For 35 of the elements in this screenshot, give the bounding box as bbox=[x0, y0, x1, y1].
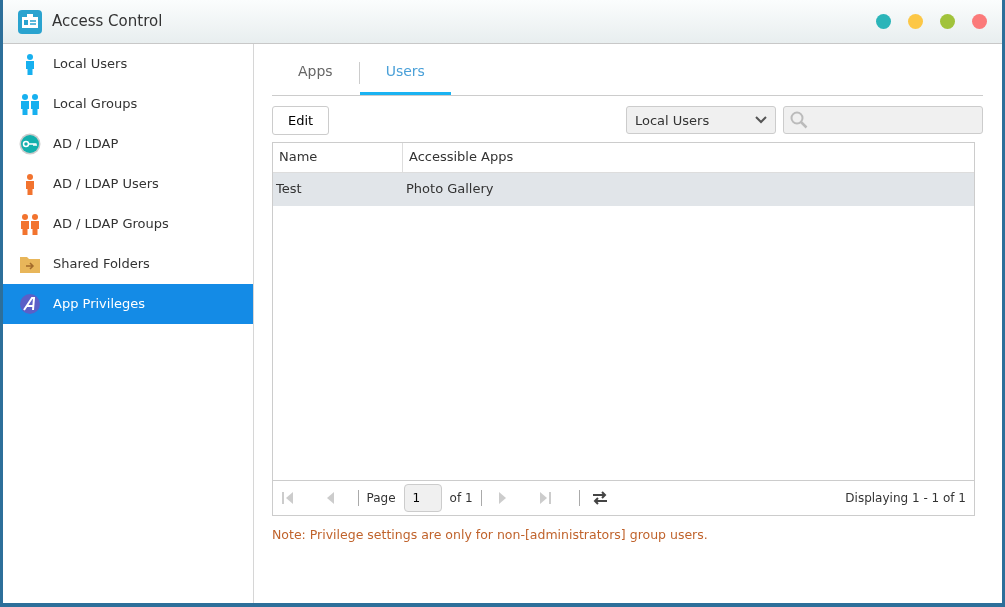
sidebar-item[interactable]: Local Users bbox=[3, 44, 253, 84]
table-row[interactable]: Test Photo Gallery bbox=[273, 172, 974, 206]
maximize-dot-icon[interactable] bbox=[908, 14, 923, 29]
tab[interactable]: Apps bbox=[272, 50, 359, 95]
letter-a-icon bbox=[19, 293, 41, 315]
sidebar-item[interactable]: AD / LDAP Users bbox=[3, 164, 253, 204]
column-header[interactable]: Name bbox=[273, 142, 403, 172]
edit-button[interactable]: Edit bbox=[272, 105, 330, 135]
filter-dropdown[interactable]: Local Users bbox=[626, 106, 776, 135]
people-icon bbox=[19, 93, 41, 115]
sidebar-item[interactable]: AD / LDAP Groups bbox=[3, 204, 253, 244]
chevron-down-icon bbox=[755, 116, 767, 125]
display-count: Displaying 1 - 1 of 1 bbox=[845, 489, 966, 507]
people-icon bbox=[19, 213, 41, 235]
note-text: Note: Privilege settings are only for non-[administrators] group users. bbox=[272, 525, 709, 544]
column-header[interactable]: Accessible Apps bbox=[403, 142, 520, 172]
sidebar-item[interactable]: Local Groups bbox=[3, 84, 253, 124]
close-dot-icon[interactable] bbox=[972, 14, 987, 29]
search-icon bbox=[789, 111, 808, 130]
sidebar-item[interactable]: App Privileges bbox=[3, 284, 253, 324]
last-page-icon[interactable] bbox=[537, 490, 552, 505]
search-field[interactable] bbox=[782, 106, 983, 135]
first-page-icon[interactable] bbox=[281, 490, 295, 505]
page-label: Page bbox=[366, 489, 396, 507]
filter-value: Local Users bbox=[635, 111, 710, 130]
key-icon bbox=[19, 133, 41, 155]
page-count-label: of 1 bbox=[449, 489, 473, 507]
restore-dot-icon[interactable] bbox=[940, 14, 955, 29]
refresh-icon[interactable] bbox=[591, 489, 610, 506]
minimize-dot-icon[interactable] bbox=[876, 14, 891, 29]
sidebar-item[interactable]: AD / LDAP bbox=[3, 124, 253, 164]
sidebar-item[interactable]: Shared Folders bbox=[3, 244, 253, 284]
page-number-field[interactable]: 1 bbox=[403, 483, 442, 512]
id-card-icon bbox=[18, 9, 42, 34]
window-title: Access Control bbox=[52, 11, 163, 33]
